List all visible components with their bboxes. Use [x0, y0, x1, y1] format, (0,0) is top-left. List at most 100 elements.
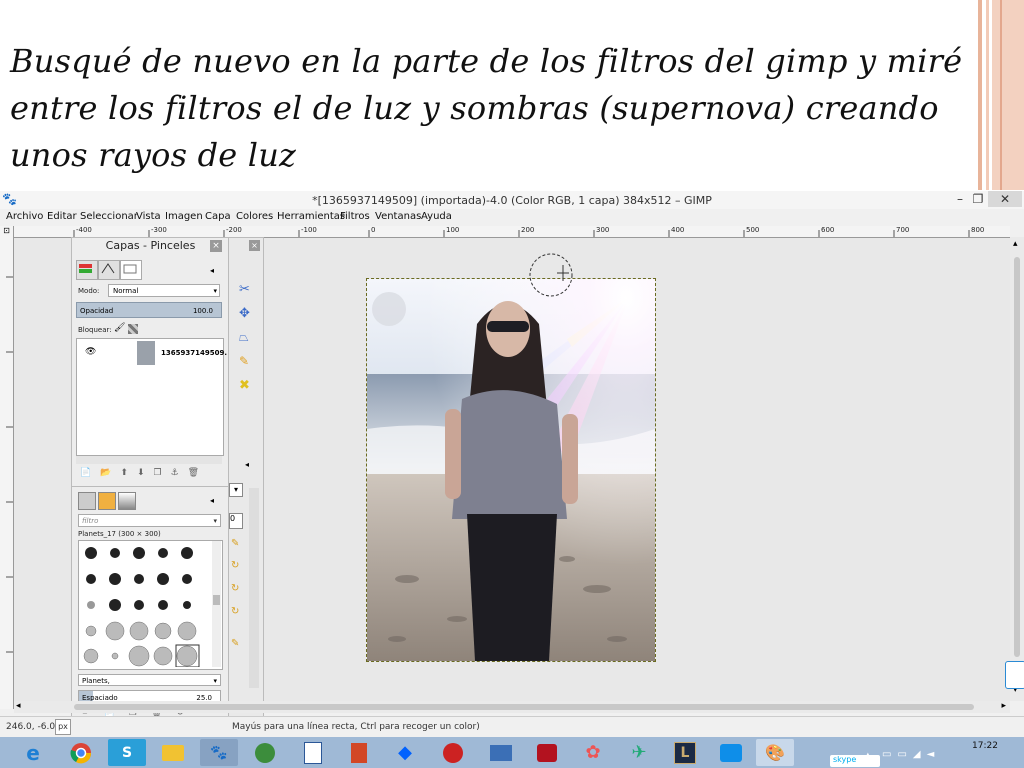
caption-line-1: Busqué de nuevo en la parte de los filtr…: [10, 42, 963, 80]
brush-filter-input[interactable]: filtro ▾: [78, 514, 221, 527]
tool-option-icon[interactable]: ↻: [231, 606, 239, 617]
slide-decoration: [986, 0, 989, 190]
paint-icon[interactable]: ✿: [574, 739, 612, 766]
unit-select[interactable]: px: [55, 719, 71, 735]
ruler-label: 100: [446, 226, 460, 234]
pencil-icon[interactable]: ✎: [239, 354, 249, 368]
media-icon[interactable]: [528, 739, 566, 766]
skype-notification[interactable]: skype: [830, 755, 880, 767]
gimp-icon[interactable]: 🐾: [200, 739, 238, 766]
gimp-window: 🐾 *[1365937149509] (importada)-4.0 (Colo…: [0, 191, 1024, 738]
brush-scrollbar[interactable]: [212, 541, 221, 667]
powerpoint-icon[interactable]: [340, 739, 378, 766]
heal-icon[interactable]: ✖: [239, 378, 250, 393]
perspective-icon[interactable]: ⏢: [239, 330, 249, 345]
image-canvas[interactable]: [366, 278, 656, 662]
scroll-left-icon[interactable]: ◂: [16, 701, 21, 711]
file-explorer-icon[interactable]: [154, 739, 192, 766]
opacity-slider[interactable]: Opacidad 100.0: [76, 302, 222, 318]
layer-actions[interactable]: 📄📂⬆⬇❐⚓🗑: [80, 468, 208, 478]
skype-icon[interactable]: S: [108, 739, 146, 766]
dock-close-button[interactable]: ×: [210, 240, 222, 252]
pointer-coords: 246.0, -6.0: [6, 722, 56, 732]
status-bar: 246.0, -6.0 px Mayús para una línea rect…: [0, 716, 1024, 738]
brush-tag-select[interactable]: Planets, ▾: [78, 674, 221, 686]
minimize-button[interactable]: –: [950, 191, 970, 207]
slide-caption: Busqué de nuevo en la parte de los filtr…: [10, 38, 970, 179]
scroll-right-icon[interactable]: ▸: [1001, 701, 1006, 711]
menu-ayuda[interactable]: Ayuda: [421, 211, 452, 222]
move-icon[interactable]: ✥: [239, 306, 250, 321]
word-icon[interactable]: [294, 739, 332, 766]
menu-capa[interactable]: Capa: [205, 211, 231, 222]
lock-alpha-icon[interactable]: [128, 324, 138, 334]
toolbox-close-button[interactable]: ×: [249, 240, 260, 251]
tool-option-icon[interactable]: ↻: [231, 560, 239, 571]
chevron-down-icon: ▾: [213, 677, 217, 685]
chevron-down-icon: ▾: [213, 287, 217, 295]
menu-vista[interactable]: Vista: [136, 211, 161, 222]
menu-editar[interactable]: Editar: [47, 211, 77, 222]
menu-archivo[interactable]: Archivo: [6, 211, 43, 222]
horizontal-scrollbar[interactable]: ◂ ▸: [14, 701, 1010, 713]
vertical-ruler[interactable]: [0, 237, 14, 709]
chrome-icon[interactable]: [62, 739, 100, 766]
tool-option-icon[interactable]: ✎: [231, 638, 239, 649]
channels-icon: [123, 264, 137, 274]
tab-patterns[interactable]: [98, 492, 116, 510]
tab-channels[interactable]: [120, 260, 142, 280]
slide-decoration: [1000, 0, 1002, 190]
teamviewer-side-icon[interactable]: [1005, 661, 1024, 689]
tray-icons[interactable]: ▭▭◢◄: [882, 749, 940, 760]
menu-filtros[interactable]: Filtros: [340, 211, 370, 222]
app-icon[interactable]: ✈: [620, 739, 658, 766]
skype-label: skype: [833, 755, 857, 764]
tab-menu-icon[interactable]: ◂: [245, 460, 249, 469]
brush-cursor: [529, 253, 573, 297]
chevron-down-icon[interactable]: ▾: [229, 483, 243, 497]
league-icon[interactable]: L: [666, 739, 704, 766]
menu-herramientas[interactable]: Herramientas: [277, 211, 345, 222]
tab-paths[interactable]: [98, 260, 120, 280]
toolbox-scrollbar[interactable]: [249, 488, 259, 688]
gimp-active-icon[interactable]: 🎨: [756, 739, 794, 766]
ruler-label: 300: [596, 226, 610, 234]
layers-hscrollbar[interactable]: [76, 456, 222, 464]
scroll-up-icon[interactable]: ▴: [1013, 239, 1018, 249]
ruler-label: 500: [746, 226, 760, 234]
earth-icon[interactable]: [246, 739, 284, 766]
ie-icon[interactable]: e: [14, 739, 52, 766]
unit-value: px: [58, 722, 68, 731]
mode-select[interactable]: Normal ▾: [108, 284, 220, 297]
close-button[interactable]: ✕: [988, 191, 1022, 207]
dropbox-icon[interactable]: ◆: [386, 739, 424, 766]
ruler-ticks: [6, 276, 13, 653]
menu-bar: Archivo Editar Seleccionar Vista Imagen …: [0, 209, 1024, 225]
menu-ventanas[interactable]: Ventanas: [375, 211, 421, 222]
layer-row[interactable]: 👁 1365937149509.: [77, 339, 227, 367]
scissors-icon[interactable]: ✂: [239, 282, 250, 297]
ruler-label: -300: [151, 226, 167, 234]
mode-label: Modo:: [78, 287, 100, 295]
menu-imagen[interactable]: Imagen: [165, 211, 203, 222]
ruler-label: -400: [76, 226, 92, 234]
value-field[interactable]: 0: [229, 513, 243, 529]
tab-layers[interactable]: [76, 260, 98, 280]
tool-option-icon[interactable]: ✎: [231, 538, 239, 549]
menu-colores[interactable]: Colores: [236, 211, 273, 222]
network-icon[interactable]: [482, 739, 520, 766]
ruler-label: 400: [671, 226, 685, 234]
maximize-button[interactable]: ❐: [968, 191, 988, 207]
vertical-scrollbar[interactable]: ▴ ▾: [1010, 237, 1024, 701]
tool-option-icon[interactable]: ↻: [231, 583, 239, 594]
tab-menu-icon[interactable]: ◂: [210, 496, 214, 505]
game-icon[interactable]: [434, 739, 472, 766]
tab-brushes[interactable]: [78, 492, 96, 510]
tab-menu-icon[interactable]: ◂: [210, 266, 214, 275]
lock-pixels-icon[interactable]: 🖌: [114, 323, 125, 333]
brush-grid[interactable]: [78, 540, 223, 670]
tab-gradients[interactable]: [118, 492, 136, 510]
teamviewer-icon[interactable]: [712, 739, 750, 766]
eye-icon[interactable]: 👁: [85, 347, 96, 357]
menu-seleccionar[interactable]: Seleccionar: [80, 211, 138, 222]
